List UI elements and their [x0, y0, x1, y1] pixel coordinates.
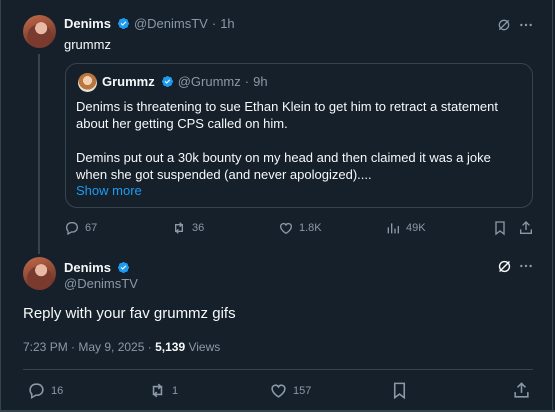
- thread-connector-line: [38, 54, 40, 254]
- quote-time[interactable]: 9h: [253, 74, 267, 89]
- main-tweet-header: Denims: [64, 259, 130, 277]
- frame-right-border: [552, 0, 553, 412]
- like-icon: [271, 384, 286, 398]
- frame-left-border: [0, 0, 1, 412]
- tweet-time[interactable]: 1h: [220, 16, 234, 31]
- reply-tweet-header: Denims @DenimsTV · 1h: [64, 16, 235, 31]
- reply-icon: [65, 222, 78, 236]
- repost-button[interactable]: 1: [148, 381, 178, 400]
- quote-paragraph: Denims is threatening to sue Ethan Klein…: [76, 99, 498, 131]
- author-handle[interactable]: @DenimsTV: [134, 16, 208, 31]
- repost-icon: [175, 222, 183, 234]
- grok-icon[interactable]: [495, 16, 513, 34]
- views-label: Views: [188, 340, 221, 354]
- reply-count: 16: [51, 384, 64, 397]
- author-handle[interactable]: @DenimsTV: [64, 276, 138, 291]
- main-tweet-text: Reply with your fav grummz gifs: [23, 305, 236, 322]
- main-tweet-actions: 16 1 157: [23, 381, 533, 401]
- like-button[interactable]: 1.8K: [278, 220, 322, 236]
- quote-avatar[interactable]: [78, 73, 97, 92]
- like-count: 157: [293, 384, 312, 397]
- share-button[interactable]: [512, 381, 531, 400]
- avatar[interactable]: [23, 257, 56, 290]
- bookmark-icon: [393, 382, 406, 400]
- views-count: 5,139: [155, 340, 186, 354]
- share-icon: [520, 221, 532, 234]
- reply-button[interactable]: 67: [64, 220, 97, 236]
- reply-count: 67: [85, 222, 98, 234]
- quoted-tweet[interactable]: Grummz @Grummz · 9h Denims is threatenin…: [65, 63, 533, 208]
- separator-dot: ·: [147, 340, 152, 354]
- like-icon: [280, 222, 292, 235]
- avatar[interactable]: [23, 15, 56, 48]
- bookmark-button[interactable]: [492, 220, 508, 236]
- views-icon: [387, 223, 399, 234]
- repost-icon: [152, 383, 163, 398]
- tweet-metadata: 7:23 PM · May 9, 2025 · 5,139 Views: [23, 340, 220, 354]
- more-icon[interactable]: [517, 257, 535, 275]
- divider: [23, 369, 533, 370]
- repost-count: 1: [172, 384, 179, 397]
- quote-paragraph: Demins put out a 30k bounty on my head a…: [76, 150, 491, 182]
- quote-author-handle[interactable]: @Grummz: [178, 74, 241, 89]
- quote-author-name[interactable]: Grummz: [102, 74, 155, 89]
- reply-tweet-actions: 67 36 1.8K 49K: [64, 220, 534, 238]
- repost-button[interactable]: 36: [171, 220, 204, 236]
- like-button[interactable]: 157: [269, 381, 311, 400]
- quote-header: Grummz @Grummz · 9h: [102, 74, 268, 89]
- separator-dot: ·: [244, 74, 250, 89]
- grok-icon[interactable]: [495, 257, 513, 275]
- author-name[interactable]: Denims: [64, 260, 111, 275]
- verified-badge-icon: [118, 261, 130, 274]
- author-name[interactable]: Denims: [64, 16, 111, 31]
- views-count: 49K: [406, 222, 426, 234]
- more-icon[interactable]: [517, 16, 535, 34]
- reply-tweet-text: grummz: [64, 37, 111, 52]
- quote-body: Denims is threatening to sue Ethan Klein…: [76, 98, 516, 200]
- share-button[interactable]: [518, 220, 534, 236]
- views-button[interactable]: 49K: [385, 220, 426, 236]
- tweet-timestamp[interactable]: 7:23 PM · May 9, 2025: [23, 340, 144, 354]
- repost-count: 36: [192, 222, 205, 234]
- bookmark-icon: [495, 221, 505, 236]
- bookmark-button[interactable]: [390, 381, 409, 400]
- show-more-link[interactable]: Show more: [76, 183, 142, 198]
- share-icon: [514, 382, 529, 398]
- verified-badge-icon: [161, 75, 173, 88]
- reply-button[interactable]: 16: [27, 381, 63, 400]
- like-count: 1.8K: [299, 222, 322, 234]
- verified-badge-icon: [117, 17, 130, 30]
- separator-dot: ·: [211, 16, 217, 31]
- reply-icon: [29, 383, 44, 400]
